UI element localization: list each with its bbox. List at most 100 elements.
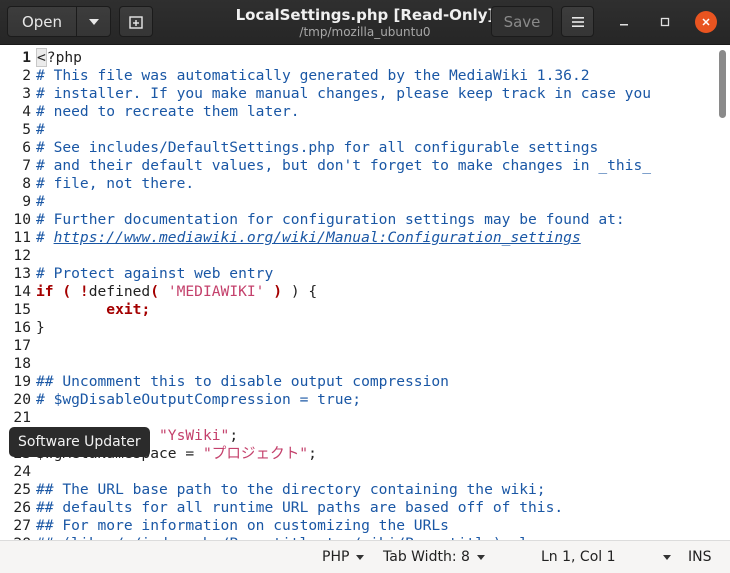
- code-token: "YsWiki": [159, 427, 230, 444]
- code-line[interactable]: 9 #: [0, 193, 730, 211]
- code-line[interactable]: 10 # Further documentation for configurat…: [0, 211, 730, 229]
- line-number: 21: [13, 409, 31, 426]
- open-menu-button[interactable]: [76, 6, 111, 37]
- code-token: ## defaults for all runtime URL paths ar…: [36, 499, 564, 516]
- code-token: ## Uncomment this to disable output comp…: [36, 373, 449, 390]
- maximize-icon: [660, 17, 670, 27]
- code-line[interactable]: 6 # See includes/DefaultSettings.php for …: [0, 139, 730, 157]
- code-line[interactable]: 12: [0, 247, 730, 265]
- code-token: (: [150, 283, 168, 300]
- code-line[interactable]: 2 # This file was automatically generated…: [0, 67, 730, 85]
- header-bar: Open LocalSettings.php [Read-Only] /tmp/…: [0, 0, 730, 45]
- line-number: 11: [13, 229, 31, 246]
- code-token: if ( !: [36, 283, 89, 300]
- line-number: 6: [22, 139, 31, 156]
- code-token: <: [36, 48, 47, 67]
- line-number: 18: [13, 355, 31, 372]
- code-line[interactable]: 19 ## Uncomment this to disable output co…: [0, 373, 730, 391]
- code-token: defined: [88, 283, 151, 300]
- line-text: # https://www.mediawiki.org/wiki/Manual:…: [36, 229, 581, 247]
- code-line[interactable]: 13 # Protect against web entry: [0, 265, 730, 283]
- code-token: # $wgDisableOutputCompression = true;: [36, 391, 362, 408]
- language-selector[interactable]: PHP: [322, 541, 365, 573]
- line-number: 25: [13, 481, 31, 498]
- code-line[interactable]: 25 ## The URL base path to the directory …: [0, 481, 730, 499]
- chevron-down-icon: [662, 554, 671, 560]
- code-line[interactable]: 16}: [0, 319, 730, 337]
- code-line[interactable]: 5 #: [0, 121, 730, 139]
- tab-width-selector[interactable]: Tab Width: 8: [383, 541, 485, 573]
- save-button[interactable]: Save: [491, 6, 553, 37]
- minimize-button[interactable]: [613, 11, 635, 33]
- code-token: ## For more information on customizing t…: [36, 517, 449, 534]
- code-token: ;: [308, 445, 317, 462]
- minimize-icon: [620, 24, 628, 26]
- code-token: ): [264, 283, 291, 300]
- code-line[interactable]: 3 # installer. If you make manual changes…: [0, 85, 730, 103]
- code-token: "プロジェクト": [202, 445, 309, 462]
- code-line[interactable]: 14 if ( !defined( 'MEDIAWIKI' ) ) {: [0, 283, 730, 301]
- line-number: 24: [13, 463, 31, 480]
- code-line[interactable]: 17: [0, 337, 730, 355]
- line-text: ## The URL base path to the directory co…: [36, 481, 546, 499]
- code-token: 'MEDIAWIKI': [167, 283, 265, 300]
- insert-mode-indicator: INS: [688, 541, 712, 573]
- code-token: # See includes/DefaultSettings.php for a…: [36, 139, 599, 156]
- chevron-down-icon: [476, 554, 485, 560]
- line-text: # $wgDisableOutputCompression = true;: [36, 391, 361, 409]
- open-button[interactable]: Open: [7, 6, 77, 37]
- code-token: exit;: [106, 301, 151, 318]
- line-text: if ( !defined( 'MEDIAWIKI' ) ) {: [36, 283, 317, 301]
- line-text: # file, not there.: [36, 175, 194, 193]
- line-number: 4: [22, 103, 31, 120]
- line-text: # need to recreate them later.: [36, 103, 300, 121]
- new-tab-icon: [129, 15, 143, 29]
- code-token: # and their default values, but don't fo…: [36, 157, 652, 174]
- code-token: }: [36, 319, 45, 336]
- code-line[interactable]: 20 # $wgDisableOutputCompression = true;: [0, 391, 730, 409]
- window-title-area: LocalSettings.php [Read-Only] /tmp/mozil…: [200, 6, 530, 40]
- code-line[interactable]: 24: [0, 463, 730, 481]
- code-line[interactable]: 7 # and their default values, but don't f…: [0, 157, 730, 175]
- code-token: # installer. If you make manual changes,…: [36, 85, 652, 102]
- code-line[interactable]: 15 exit;: [0, 301, 730, 319]
- code-line[interactable]: 8 # file, not there.: [0, 175, 730, 193]
- code-line[interactable]: 21: [0, 409, 730, 427]
- code-line[interactable]: 1 <?php: [0, 48, 730, 67]
- code-line[interactable]: 27 ## For more information on customizing…: [0, 517, 730, 535]
- code-line[interactable]: 18: [0, 355, 730, 373]
- line-number: 5: [22, 121, 31, 138]
- line-number: 16: [13, 319, 31, 336]
- line-number: 3: [22, 85, 31, 102]
- line-text: }: [36, 319, 45, 337]
- code-token: #: [36, 229, 54, 246]
- hamburger-menu-button[interactable]: [561, 6, 594, 37]
- new-tab-button[interactable]: [119, 6, 153, 37]
- chevron-down-icon: [88, 18, 99, 25]
- line-text: ## For more information on customizing t…: [36, 517, 449, 535]
- line-number: 12: [13, 247, 31, 264]
- code-token: ?php: [46, 49, 82, 66]
- status-bar: PHP Tab Width: 8 Ln 1, Col 1 INS: [0, 540, 730, 573]
- text-editor[interactable]: 1 <?php 2 # This file was automatically gen…: [0, 45, 730, 540]
- line-text: #: [36, 193, 45, 211]
- line-text: # Protect against web entry: [36, 265, 273, 283]
- chevron-down-icon: [356, 554, 365, 560]
- code-line[interactable]: 26 ## defaults for all runtime URL paths …: [0, 499, 730, 517]
- code-line[interactable]: 11 # https://www.mediawiki.org/wiki/Manua…: [0, 229, 730, 247]
- line-text: # and their default values, but don't fo…: [36, 157, 651, 175]
- line-number: 15: [13, 301, 31, 318]
- code-token: # need to recreate them later.: [36, 103, 300, 120]
- code-token: #: [36, 121, 45, 138]
- line-text: # See includes/DefaultSettings.php for a…: [36, 139, 598, 157]
- code-token: # Further documentation for configuratio…: [36, 211, 625, 228]
- line-text: # This file was automatically generated …: [36, 67, 590, 85]
- maximize-button[interactable]: [654, 11, 676, 33]
- cursor-position-selector[interactable]: Ln 1, Col 1: [541, 541, 671, 573]
- language-label: PHP: [322, 549, 350, 565]
- line-number: 10: [13, 211, 31, 228]
- code-line[interactable]: 4 # need to recreate them later.: [0, 103, 730, 121]
- vertical-scrollbar[interactable]: [719, 50, 726, 118]
- line-number: 9: [22, 193, 31, 210]
- close-button[interactable]: [695, 11, 717, 33]
